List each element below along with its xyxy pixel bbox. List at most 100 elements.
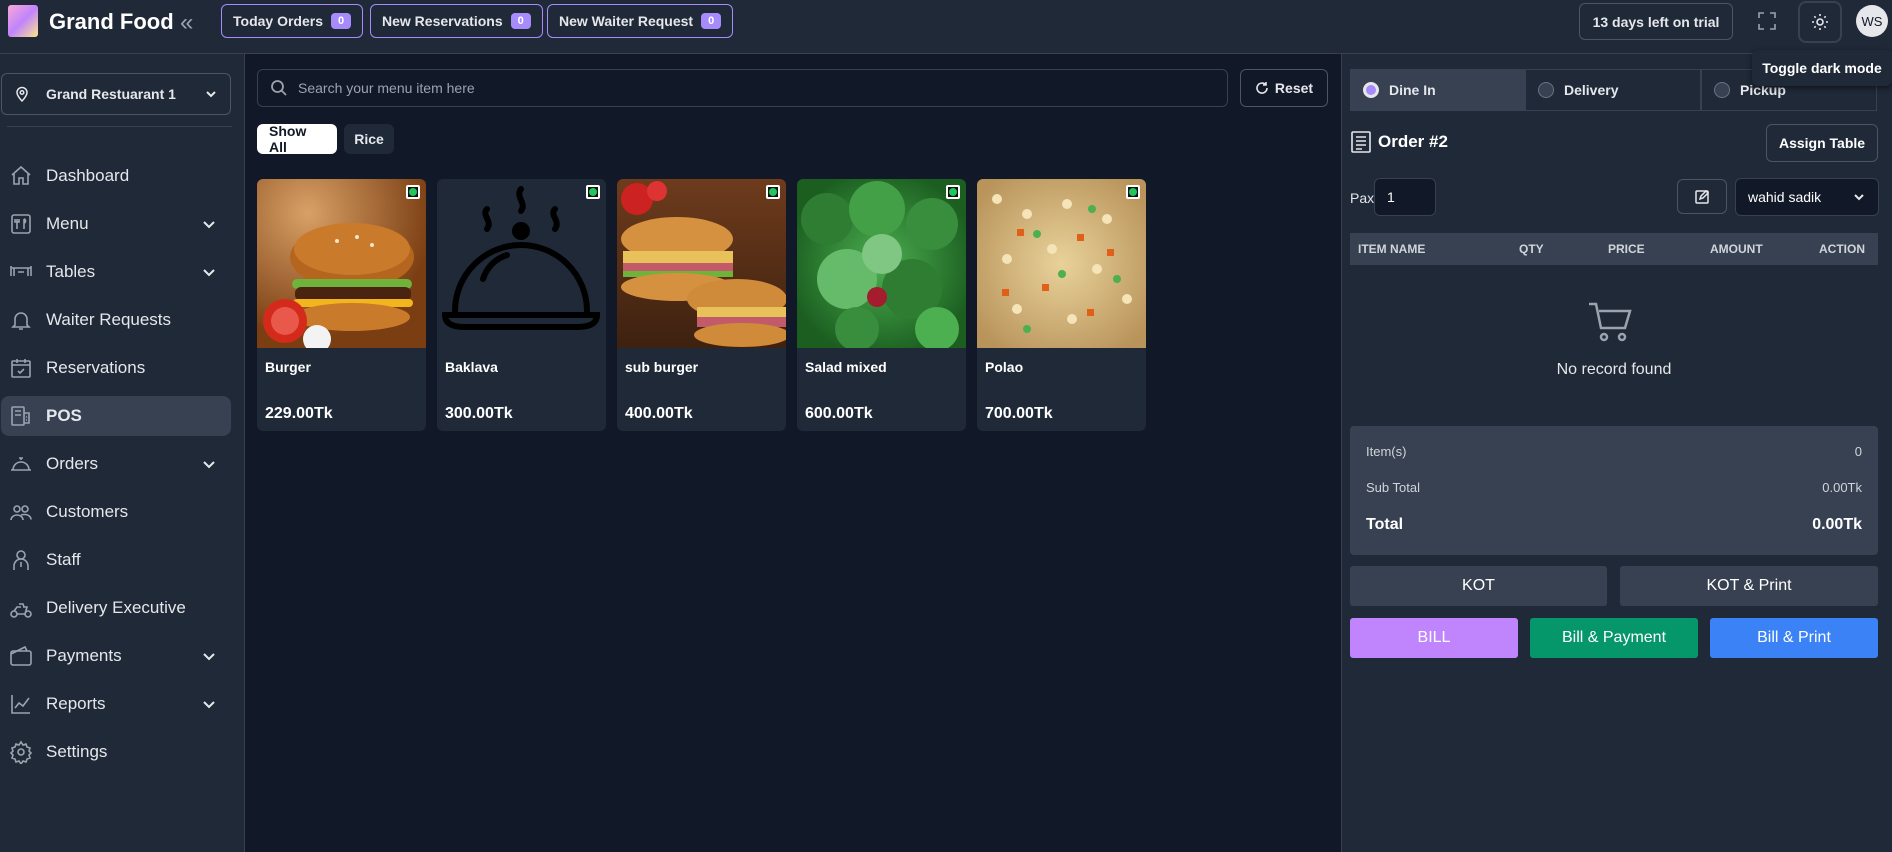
count-badge: 0	[331, 13, 352, 29]
order-type-dine-in[interactable]: Dine In	[1350, 69, 1525, 111]
bill-print-button[interactable]: Bill & Print	[1710, 618, 1878, 658]
today-orders-button[interactable]: Today Orders 0	[221, 4, 364, 38]
pill-label: New Reservations	[382, 13, 503, 29]
sidebar-item-reports[interactable]: Reports	[1, 684, 231, 724]
bill-payment-button[interactable]: Bill & Payment	[1530, 618, 1698, 658]
order-type-delivery[interactable]: Delivery	[1525, 69, 1701, 111]
menu-item-card[interactable]: Polao 700.00Tk	[977, 179, 1146, 431]
avatar[interactable]: WS	[1856, 5, 1888, 37]
order-number: Order #2	[1378, 132, 1448, 151]
veg-indicator-icon	[766, 185, 780, 199]
sidebar-item-payments[interactable]: Payments	[1, 636, 231, 676]
edit-icon	[1695, 189, 1710, 204]
new-reservations-button[interactable]: New Reservations 0	[370, 4, 543, 38]
sidebar-item-label: Reservations	[46, 358, 146, 377]
filter-rice[interactable]: Rice	[344, 124, 394, 154]
sidebar-item-tables[interactable]: Tables	[1, 252, 231, 292]
sidebar-item-settings[interactable]: Settings	[1, 732, 231, 772]
branch-selector[interactable]: Grand Restuarant 1	[1, 73, 231, 115]
pax-input[interactable]	[1374, 178, 1436, 216]
sidebar-item-label: Staff	[46, 550, 81, 569]
chevron-down-icon	[203, 221, 215, 229]
chevron-down-icon	[203, 461, 215, 469]
items-row: Item(s) 0	[1366, 444, 1862, 459]
item-image	[257, 179, 426, 353]
empty-state-text: No record found	[1556, 361, 1672, 378]
sidebar-item-label: POS	[46, 406, 82, 425]
kot-button[interactable]: KOT	[1350, 566, 1607, 606]
sidebar-item-label: Orders	[46, 454, 98, 473]
sidebar-item-waiter-requests[interactable]: Waiter Requests	[1, 300, 231, 340]
menu-item-card[interactable]: Burger 229.00Tk	[257, 179, 426, 431]
radio-icon	[1714, 82, 1730, 98]
sidebar-item-label: Reports	[46, 694, 106, 713]
column-header: PRICE	[1608, 242, 1645, 256]
menu-item-card[interactable]: sub burger 400.00Tk	[617, 179, 786, 431]
menu-item-card[interactable]: Salad mixed 600.00Tk	[797, 179, 966, 431]
chevron-down-icon	[203, 701, 215, 709]
refresh-icon	[1256, 82, 1268, 94]
wallet-icon	[10, 645, 32, 666]
column-header: ITEM NAME	[1358, 242, 1426, 256]
trial-button[interactable]: 13 days left on trial	[1579, 3, 1733, 40]
pill-label: New Waiter Request	[559, 13, 694, 29]
scooter-icon	[10, 603, 32, 618]
item-image	[437, 179, 606, 348]
sidebar-item-reservations[interactable]: Reservations	[1, 348, 231, 388]
filter-show-all[interactable]: Show All	[257, 123, 337, 155]
menu-item-card[interactable]: Baklava 300.00Tk	[437, 179, 606, 431]
brand-name: Grand Food	[49, 9, 174, 34]
new-waiter-request-button[interactable]: New Waiter Request 0	[547, 4, 734, 38]
subtotal-label: Sub Total	[1366, 480, 1420, 495]
tooltip: Toggle dark mode	[1752, 50, 1892, 86]
sidebar-item-orders[interactable]: Orders	[1, 444, 231, 484]
pill-label: Today Orders	[233, 13, 323, 29]
item-name: Polao	[985, 359, 1024, 375]
staff-icon	[13, 550, 29, 570]
item-price: 229.00Tk	[265, 405, 333, 422]
item-price: 700.00Tk	[985, 405, 1053, 422]
chevron-down-icon	[203, 269, 215, 277]
theme-toggle-button[interactable]	[1798, 1, 1842, 43]
sidebar-item-dashboard[interactable]: Dashboard	[1, 156, 231, 196]
search-icon	[271, 80, 287, 96]
edit-button[interactable]	[1677, 179, 1727, 214]
sidebar: Grand Restuarant 1 Dashboard Menu Tables…	[0, 54, 245, 852]
cart-icon	[1589, 302, 1632, 342]
sidebar-item-customers[interactable]: Customers	[1, 492, 231, 532]
collapse-sidebar-icon[interactable]: «	[180, 9, 193, 37]
bell-icon	[11, 312, 31, 330]
menu-area: Reset Show All Rice Burger 229.00Tk Bakl…	[245, 54, 1341, 852]
users-icon	[10, 505, 32, 521]
logo	[8, 5, 38, 37]
sidebar-item-menu[interactable]: Menu	[1, 204, 231, 244]
location-pin-icon	[16, 86, 28, 102]
item-name: Salad mixed	[805, 359, 887, 375]
sidebar-item-pos[interactable]: POS	[1, 396, 231, 436]
total-label: Total	[1366, 516, 1404, 533]
chevron-down-icon	[1854, 194, 1864, 201]
calendar-check-icon	[11, 359, 31, 378]
veg-indicator-icon	[1126, 185, 1140, 199]
item-image	[797, 179, 966, 351]
order-panel: Dine In Delivery Pickup Order #2 Assign …	[1341, 54, 1892, 852]
fullscreen-icon[interactable]	[1758, 12, 1776, 30]
reset-button[interactable]: Reset	[1240, 69, 1328, 107]
assign-table-button[interactable]: Assign Table	[1766, 124, 1878, 162]
bill-button[interactable]: BILL	[1350, 618, 1518, 658]
total-row: Total 0.00Tk	[1366, 516, 1862, 534]
menu-icon	[11, 214, 31, 234]
items-label: Item(s)	[1366, 444, 1407, 459]
sidebar-item-delivery-executive[interactable]: Delivery Executive	[1, 588, 231, 628]
sidebar-item-label: Customers	[46, 502, 129, 521]
chart-icon	[11, 695, 30, 714]
sidebar-item-staff[interactable]: Staff	[1, 540, 231, 580]
search-bar	[257, 69, 1228, 107]
kot-print-button[interactable]: KOT & Print	[1620, 566, 1878, 606]
count-badge: 0	[701, 13, 722, 29]
waiter-select[interactable]: wahid sadik	[1735, 178, 1879, 216]
items-value: 0	[1854, 444, 1862, 459]
search-input[interactable]	[298, 80, 1198, 96]
gear-icon	[9, 740, 33, 764]
sidebar-item-label: Menu	[46, 214, 89, 233]
